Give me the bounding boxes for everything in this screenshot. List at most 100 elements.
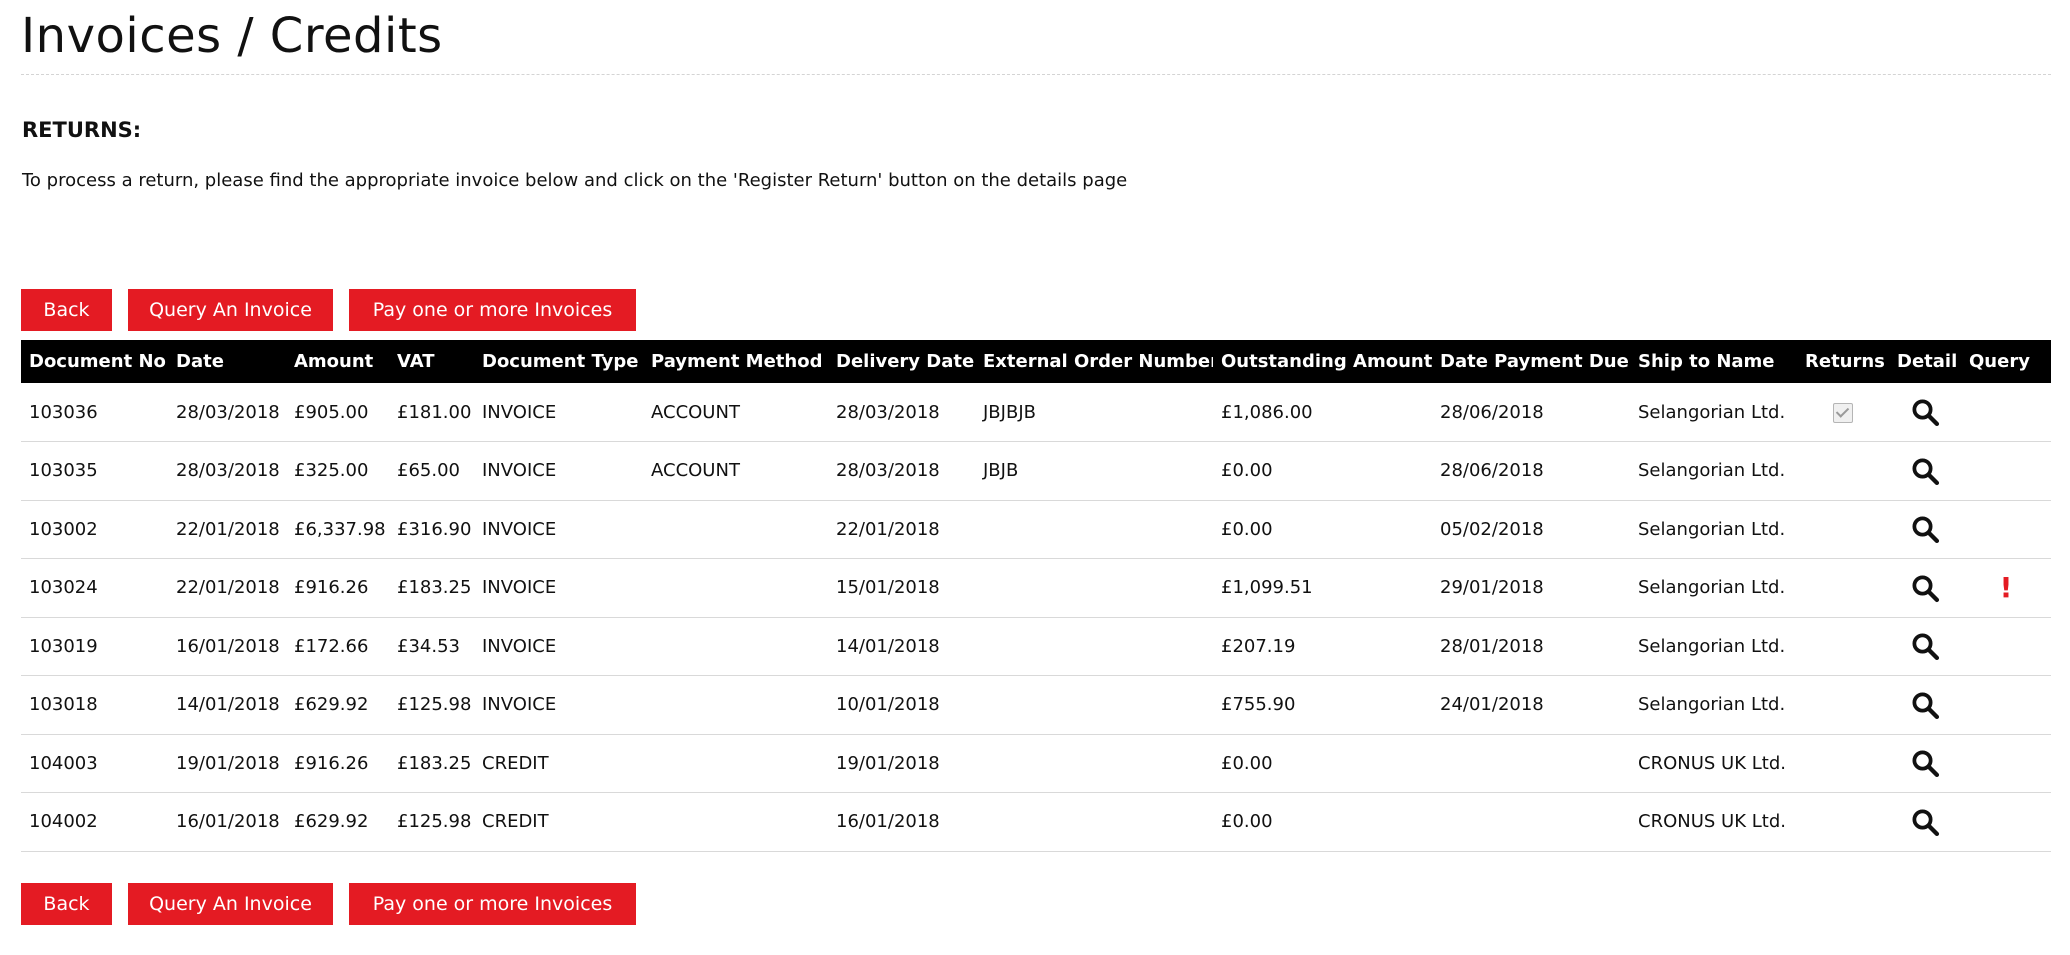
col-amount[interactable]: Amount xyxy=(286,340,389,383)
cell-returns xyxy=(1797,383,1889,442)
cell-date: 14/01/2018 xyxy=(168,675,286,735)
cell-date: 16/01/2018 xyxy=(168,792,286,852)
col-external-order-number[interactable]: External Order Number xyxy=(975,340,1213,383)
cell-vat: £125.98 xyxy=(389,792,474,852)
cell-external-order-number xyxy=(975,792,1213,852)
cell-document-no: 103024 xyxy=(21,558,168,618)
col-returns: Returns xyxy=(1805,351,1885,372)
search-icon[interactable] xyxy=(1910,748,1940,778)
search-icon[interactable] xyxy=(1910,397,1940,427)
search-icon[interactable] xyxy=(1910,456,1940,486)
cell-amount: £629.92 xyxy=(286,792,389,852)
query-invoice-button-bottom[interactable]: Query An Invoice xyxy=(128,883,333,925)
table-row[interactable]: 104003 19/01/2018 £916.26 £183.25 CREDIT 19/0… xyxy=(21,734,2051,793)
cell-ship-to-name: Selangorian Ltd. xyxy=(1630,675,1797,735)
cell-date-payment-due: 29/01/2018 xyxy=(1432,558,1630,618)
table-row[interactable]: 103019 16/01/2018 £172.66 £34.53 INVOICE 14/0… xyxy=(21,617,2051,676)
cell-outstanding-amount: £1,099.51 xyxy=(1213,558,1432,618)
table-row[interactable]: 103035 28/03/2018 £325.00 £65.00 INVOICE ACCO… xyxy=(21,441,2051,501)
cell-outstanding-amount: £755.90 xyxy=(1213,675,1432,735)
cell-outstanding-amount: £207.19 xyxy=(1213,617,1432,676)
col-document-no[interactable]: Document No xyxy=(21,340,168,383)
cell-vat: £34.53 xyxy=(389,617,474,676)
cell-delivery-date: 28/03/2018 xyxy=(828,441,975,501)
cell-ship-to-name: Selangorian Ltd. xyxy=(1630,441,1797,501)
invoices-table: Document No Date Amount VAT Document Typ… xyxy=(21,340,2051,852)
back-button[interactable]: Back xyxy=(21,289,112,331)
cell-document-no: 104003 xyxy=(21,734,168,793)
col-delivery-date[interactable]: Delivery Date xyxy=(828,340,975,383)
search-icon[interactable] xyxy=(1910,631,1940,661)
cell-payment-method xyxy=(643,617,828,676)
col-query: Query xyxy=(1969,351,2030,372)
col-document-type[interactable]: Document Type xyxy=(474,340,643,383)
cell-document-no: 103036 xyxy=(21,383,168,442)
cell-outstanding-amount: £0.00 xyxy=(1213,792,1432,852)
col-date-payment-due[interactable]: Date Payment Due xyxy=(1432,340,1630,383)
cell-vat: £181.00 xyxy=(389,383,474,442)
table-row[interactable]: 104002 16/01/2018 £629.92 £125.98 CREDIT 16/0… xyxy=(21,792,2051,852)
cell-query xyxy=(1961,383,2051,442)
cell-date-payment-due: 28/01/2018 xyxy=(1432,617,1630,676)
cell-date-payment-due: 05/02/2018 xyxy=(1432,500,1630,559)
col-detail: Detail xyxy=(1897,351,1958,372)
cell-payment-method xyxy=(643,500,828,559)
cell-vat: £125.98 xyxy=(389,675,474,735)
search-icon[interactable] xyxy=(1910,690,1940,720)
table-row[interactable]: 103002 22/01/2018 £6,337.98 £316.90 INVOICE 2… xyxy=(21,500,2051,559)
cell-ship-to-name: Selangorian Ltd. xyxy=(1630,500,1797,559)
col-outstanding-amount[interactable]: Outstanding Amount xyxy=(1213,340,1432,383)
alert-icon[interactable]: ! xyxy=(2000,571,2013,604)
pay-invoices-button-bottom[interactable]: Pay one or more Invoices xyxy=(349,883,636,925)
cell-document-type: INVOICE xyxy=(474,675,643,735)
cell-external-order-number xyxy=(975,675,1213,735)
checkbox-icon xyxy=(1833,402,1853,423)
col-ship-to-name[interactable]: Ship to Name xyxy=(1630,340,1797,383)
cell-query xyxy=(1961,675,2051,735)
cell-date-payment-due: 28/06/2018 xyxy=(1432,441,1630,501)
returns-heading: RETURNS: xyxy=(22,118,142,142)
cell-returns xyxy=(1797,734,1889,793)
cell-document-no: 104002 xyxy=(21,792,168,852)
cell-detail xyxy=(1889,383,1961,442)
back-button-bottom[interactable]: Back xyxy=(21,883,112,925)
cell-query: ! xyxy=(1961,558,2051,618)
cell-outstanding-amount: £0.00 xyxy=(1213,734,1432,793)
col-date[interactable]: Date xyxy=(168,340,286,383)
search-icon[interactable] xyxy=(1910,514,1940,544)
invoices-page: Invoices / Credits RETURNS: To process a… xyxy=(0,0,2070,955)
cell-detail xyxy=(1889,734,1961,793)
cell-date-payment-due xyxy=(1432,734,1630,793)
cell-amount: £6,337.98 xyxy=(286,500,389,559)
cell-date: 22/01/2018 xyxy=(168,500,286,559)
col-payment-method[interactable]: Payment Method xyxy=(643,340,828,383)
cell-returns xyxy=(1797,500,1889,559)
table-row[interactable]: 103036 28/03/2018 £905.00 £181.00 INVOICE ACC… xyxy=(21,383,2051,442)
pay-invoices-button[interactable]: Pay one or more Invoices xyxy=(349,289,636,331)
col-vat[interactable]: VAT xyxy=(389,340,474,383)
cell-date-payment-due: 24/01/2018 xyxy=(1432,675,1630,735)
table-row[interactable]: 103018 14/01/2018 £629.92 £125.98 INVOICE 10/… xyxy=(21,675,2051,735)
cell-amount: £916.26 xyxy=(286,558,389,618)
search-icon[interactable] xyxy=(1910,573,1940,603)
cell-date-payment-due: 28/06/2018 xyxy=(1432,383,1630,442)
title-divider xyxy=(21,74,2051,75)
cell-external-order-number xyxy=(975,617,1213,676)
cell-vat: £65.00 xyxy=(389,441,474,501)
cell-delivery-date: 16/01/2018 xyxy=(828,792,975,852)
cell-delivery-date: 15/01/2018 xyxy=(828,558,975,618)
cell-returns xyxy=(1797,441,1889,501)
cell-document-type: INVOICE xyxy=(474,383,643,442)
cell-detail xyxy=(1889,441,1961,501)
cell-detail xyxy=(1889,792,1961,852)
table-row[interactable]: 103024 22/01/2018 £916.26 £183.25 INVOICE 15/… xyxy=(21,558,2051,618)
cell-vat: £316.90 xyxy=(389,500,474,559)
cell-amount: £916.26 xyxy=(286,734,389,793)
cell-amount: £172.66 xyxy=(286,617,389,676)
search-icon[interactable] xyxy=(1910,807,1940,837)
query-invoice-button[interactable]: Query An Invoice xyxy=(128,289,333,331)
cell-detail xyxy=(1889,617,1961,676)
cell-document-type: INVOICE xyxy=(474,500,643,559)
cell-payment-method xyxy=(643,734,828,793)
cell-payment-method xyxy=(643,792,828,852)
